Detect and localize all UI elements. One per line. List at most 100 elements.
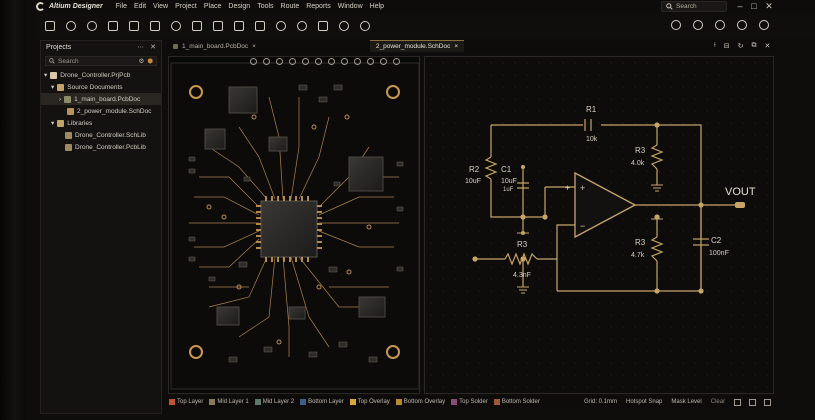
paste-icon[interactable] xyxy=(150,21,160,31)
layout-icon[interactable]: ⊟ xyxy=(724,42,730,50)
layer-tab-mid2[interactable]: Mid Layer 2 xyxy=(254,399,294,405)
zoom-out-icon[interactable] xyxy=(263,58,270,65)
compile-icon[interactable] xyxy=(339,21,349,31)
zoom-in-icon[interactable] xyxy=(250,58,257,65)
ic-chip xyxy=(216,306,240,326)
tab-tools: ⟊ ⊟ ↻ ⧉ ✕ xyxy=(714,40,770,52)
highlight-icon[interactable] xyxy=(380,58,387,65)
maximize-icon[interactable]: □ xyxy=(747,0,761,13)
tree-item-pcblib[interactable]: Drone_Controller.PcbLib xyxy=(41,141,161,153)
layer-icon[interactable] xyxy=(289,58,296,65)
filter-icon[interactable] xyxy=(328,58,335,65)
sync-icon[interactable] xyxy=(715,20,725,30)
mask-level-toggle[interactable]: Mask Level xyxy=(671,399,701,405)
tree-item-schlib[interactable]: Drone_Controller.SchLib xyxy=(41,129,161,141)
menu-window[interactable]: Window xyxy=(338,3,363,10)
layer-tab-bottom-overlay[interactable]: Bottom Overlay xyxy=(395,399,445,405)
schematic-editor[interactable]: R1 10k R2 10uF C1 10uF 1uF R3 4.0k R3 4.… xyxy=(424,56,774,394)
menu-help[interactable]: Help xyxy=(370,3,384,10)
menu-design[interactable]: Design xyxy=(228,3,250,10)
notifications-icon[interactable] xyxy=(749,398,756,406)
tab-main-board[interactable]: 1_main_board.PcbDoc × xyxy=(167,40,262,52)
bus-tool-icon[interactable] xyxy=(192,21,202,31)
tree-item-libraries[interactable]: ▾ Libraries xyxy=(41,117,161,129)
status-icons xyxy=(734,396,771,408)
panel-close-icon[interactable]: ✕ xyxy=(150,43,156,51)
close-editor-icon[interactable]: ✕ xyxy=(765,42,771,50)
projects-search-input[interactable]: Search ⚙ ⬢ xyxy=(45,56,157,66)
layer-tab-bottom[interactable]: Bottom Layer xyxy=(300,399,344,405)
label-r3b-value: 4.7k xyxy=(631,252,645,259)
menu-view[interactable]: View xyxy=(153,3,168,10)
tree-item-label: Source Documents xyxy=(67,83,123,91)
tab-power-module[interactable]: 2_power_module.SchDoc × xyxy=(369,40,465,52)
menu-place[interactable]: Place xyxy=(204,3,222,10)
tree-item-source-documents[interactable]: ▾ Source Documents xyxy=(41,81,161,93)
tree-item-main-board[interactable]: › 1_main_board.PcbDoc xyxy=(41,93,161,105)
layer-tab-top-overlay[interactable]: Top Overlay xyxy=(349,399,390,405)
home-icon[interactable] xyxy=(671,20,681,30)
lib-icon xyxy=(65,131,72,139)
ic-chip xyxy=(358,296,386,318)
new-document-icon[interactable] xyxy=(108,21,118,31)
vout-port xyxy=(735,202,745,208)
hotspot-snap-toggle[interactable]: Hotspot Snap xyxy=(626,399,662,405)
expand-icon[interactable]: › xyxy=(59,96,61,103)
tab-close-icon[interactable]: × xyxy=(252,43,256,50)
pin-icon[interactable]: ⬢ xyxy=(147,57,153,65)
menu-project[interactable]: Project xyxy=(175,3,197,10)
settings-icon[interactable] xyxy=(737,20,747,30)
layer-tab-top-solder[interactable]: Top Solder xyxy=(451,399,488,405)
fit-icon[interactable] xyxy=(276,58,283,65)
menu-reports[interactable]: Reports xyxy=(306,3,331,10)
net-label-icon[interactable] xyxy=(276,21,286,31)
layer-tab-bottom-solder[interactable]: Bottom Solder xyxy=(493,399,540,405)
panels-icon[interactable] xyxy=(734,398,741,406)
split-icon[interactable]: ⟊ xyxy=(714,42,716,50)
layer-tab-top[interactable]: Top Layer xyxy=(169,399,203,405)
measure-icon[interactable] xyxy=(302,58,309,65)
history-icon[interactable]: ↻ xyxy=(738,42,744,50)
filter-icon[interactable]: ⚙ xyxy=(138,57,144,65)
debug-icon[interactable] xyxy=(360,21,370,31)
tree-item-project[interactable]: ▾ Drone_Controller.PrjPcb xyxy=(41,69,161,81)
close-icon[interactable]: ✕ xyxy=(762,0,776,13)
save-icon[interactable] xyxy=(45,21,55,31)
clear-button[interactable]: Clear xyxy=(711,399,725,405)
power-port-icon[interactable] xyxy=(297,21,307,31)
route-icon[interactable] xyxy=(87,21,97,31)
global-search[interactable]: Search xyxy=(661,1,727,12)
pan-icon[interactable] xyxy=(354,58,361,65)
copy-icon[interactable] xyxy=(129,21,139,31)
pcb-editor[interactable] xyxy=(168,56,420,394)
ic-chip xyxy=(268,136,288,152)
menu-edit[interactable]: Edit xyxy=(134,3,146,10)
wire-tool-icon[interactable] xyxy=(171,21,181,31)
select-icon[interactable] xyxy=(315,58,322,65)
minimize-icon[interactable]: – xyxy=(733,0,747,13)
layer-tab-mid1[interactable]: Mid Layer 1 xyxy=(209,399,249,405)
tab-close-icon[interactable]: × xyxy=(454,43,458,50)
menu-route[interactable]: Route xyxy=(281,3,300,10)
expand-icon[interactable]: ▾ xyxy=(51,83,54,91)
align-icon[interactable] xyxy=(255,21,265,31)
projects-panel: Projects ⋯ ✕ Search ⚙ ⬢ ▾ Drone_Controll… xyxy=(40,40,162,414)
open-icon[interactable] xyxy=(66,21,76,31)
grid-icon[interactable] xyxy=(234,21,244,31)
menu-file[interactable]: File xyxy=(116,3,127,10)
user-icon[interactable] xyxy=(759,20,769,30)
mask-icon[interactable] xyxy=(393,58,400,65)
label-rbot-value: 4.3nF xyxy=(513,272,531,279)
view-3d-icon[interactable] xyxy=(341,58,348,65)
fullscreen-icon[interactable] xyxy=(764,398,771,406)
expand-icon[interactable]: ▾ xyxy=(51,119,54,127)
place-part-icon[interactable] xyxy=(213,21,223,31)
menu-tools[interactable]: Tools xyxy=(257,3,273,10)
refresh-icon[interactable] xyxy=(693,20,703,30)
float-icon[interactable]: ⧉ xyxy=(752,42,757,50)
panel-menu-icon[interactable]: ⋯ xyxy=(137,43,144,51)
component-icon[interactable] xyxy=(318,21,328,31)
expand-icon[interactable]: ▾ xyxy=(44,71,47,79)
snap-icon[interactable] xyxy=(367,58,374,65)
tree-item-power-module[interactable]: 2_power_module.SchDoc xyxy=(41,105,161,117)
